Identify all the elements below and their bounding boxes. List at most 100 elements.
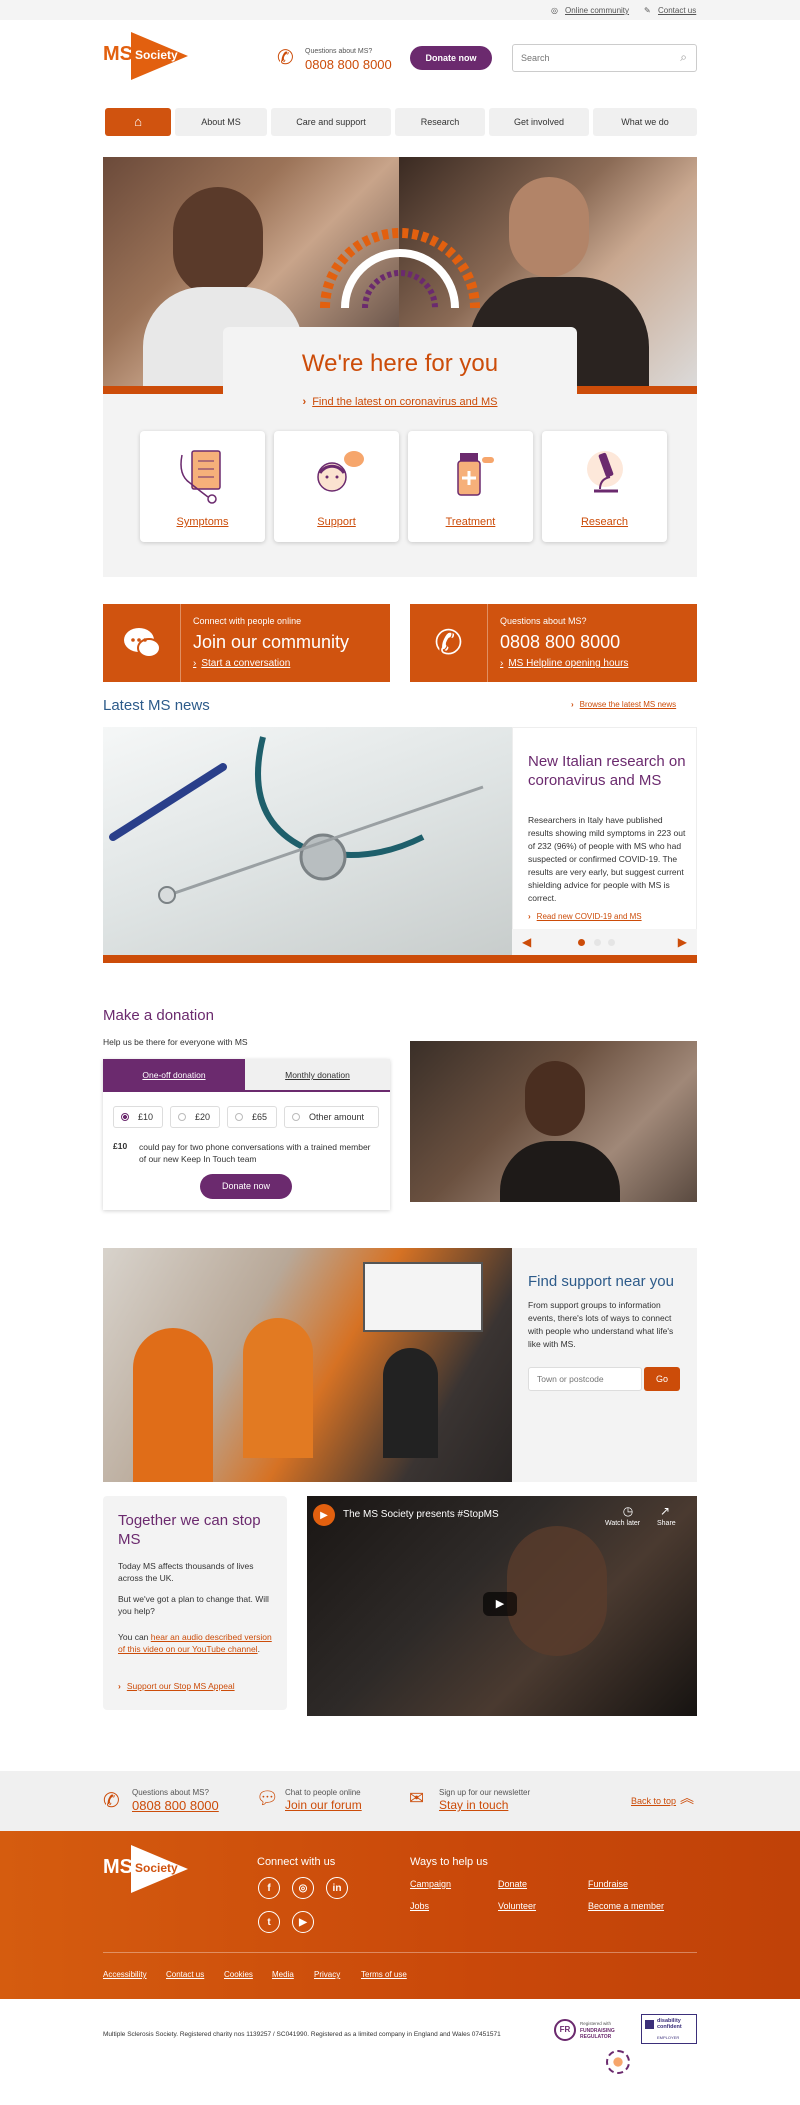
postcode-go-button[interactable]: Go xyxy=(644,1367,680,1391)
projector-screen xyxy=(363,1262,483,1332)
join-forum-link[interactable]: Join our forum xyxy=(285,1798,362,1812)
stopms-text-1: Today MS affects thousands of lives acro… xyxy=(118,1561,254,1583)
news-carousel-controls: ◀ ▶ xyxy=(512,929,697,955)
instagram-icon[interactable]: ◎ xyxy=(292,1877,314,1899)
person-orange-1 xyxy=(133,1328,213,1482)
amount-option-20[interactable]: £20 xyxy=(170,1106,220,1128)
carousel-dot[interactable] xyxy=(594,939,601,946)
search-box[interactable]: ⌕ xyxy=(512,44,697,72)
nav-get-involved[interactable]: Get involved xyxy=(489,108,589,136)
news-read-link[interactable]: Read new COVID-19 and MS xyxy=(528,912,642,921)
video-title[interactable]: The MS Society presents #StopMS xyxy=(343,1509,499,1520)
privacy-link[interactable]: Privacy xyxy=(314,1970,340,1979)
browse-news-link[interactable]: Browse the latest MS news xyxy=(571,700,676,709)
accessibility-link[interactable]: Accessibility xyxy=(103,1970,147,1979)
footer-logo[interactable]: MS Society xyxy=(103,1845,188,1893)
news-title[interactable]: New Italian research on coronavirus and … xyxy=(528,752,688,790)
carousel-dot[interactable] xyxy=(608,939,615,946)
fr-small-text: Registered with xyxy=(580,2021,612,2026)
support-card[interactable]: Support xyxy=(274,431,399,542)
accreditation-badge-icon xyxy=(606,2050,630,2074)
footer-donate-link[interactable]: Donate xyxy=(498,1879,527,1889)
footer-fundraise-link[interactable]: Fundraise xyxy=(588,1879,628,1889)
back-to-top-link[interactable]: Back to top xyxy=(631,1796,676,1806)
amount-option-10[interactable]: £10 xyxy=(113,1106,163,1128)
disability-confident-badge[interactable]: disability confident EMPLOYER xyxy=(641,2014,697,2044)
helpline-cta-small: Questions about MS? xyxy=(500,616,587,626)
media-link[interactable]: Media xyxy=(272,1970,294,1979)
carousel-dot-active[interactable] xyxy=(578,939,585,946)
footer-contact-link[interactable]: Contact us xyxy=(166,1970,204,1979)
share-label[interactable]: Share xyxy=(657,1520,676,1527)
helpline-hours-link[interactable]: › MS Helpline opening hours xyxy=(500,658,628,669)
support-label[interactable]: Support xyxy=(274,516,399,528)
search-input[interactable] xyxy=(521,51,661,65)
logo-ms-text: MS xyxy=(103,43,133,65)
stopms-video[interactable]: ▶ The MS Society presents #StopMS ◷ Watc… xyxy=(307,1496,697,1716)
online-community-link[interactable]: Online community xyxy=(565,6,629,15)
video-play-button[interactable]: ▶ xyxy=(483,1592,517,1616)
research-card[interactable]: Research xyxy=(542,431,667,542)
symptoms-label[interactable]: Symptoms xyxy=(140,516,265,528)
footer-connect-heading: Connect with us xyxy=(257,1856,336,1868)
treatment-label[interactable]: Treatment xyxy=(408,516,533,528)
carousel-next-icon[interactable]: ▶ xyxy=(678,935,687,949)
cookies-link[interactable]: Cookies xyxy=(224,1970,253,1979)
fundraising-regulator-badge[interactable]: FR Registered with FUNDRAISING REGULATOR xyxy=(554,2016,624,2044)
footer-jobs-link[interactable]: Jobs xyxy=(410,1901,429,1911)
symptoms-card[interactable]: Symptoms xyxy=(140,431,265,542)
video-person xyxy=(507,1526,607,1656)
watch-later-icon[interactable]: ◷ xyxy=(613,1504,643,1518)
phone-icon: ✆ xyxy=(277,47,294,69)
header-phone-question: Questions about MS? xyxy=(305,48,373,55)
nav-about-ms[interactable]: About MS xyxy=(175,108,267,136)
facebook-icon[interactable]: f xyxy=(258,1877,280,1899)
news-image xyxy=(103,727,512,955)
footer-member-link[interactable]: Become a member xyxy=(588,1901,664,1911)
footer-volunteer-link[interactable]: Volunteer xyxy=(498,1901,536,1911)
envelope-icon: ✉ xyxy=(409,1788,425,1808)
fr-circle-icon: FR xyxy=(554,2019,576,2041)
contact-phone-link[interactable]: 0808 800 8000 xyxy=(132,1798,219,1813)
carousel-prev-icon[interactable]: ◀ xyxy=(522,935,531,949)
nav-research[interactable]: Research xyxy=(395,108,485,136)
coronavirus-link[interactable]: Find the latest on coronavirus and MS xyxy=(223,396,577,408)
chevron-up-icon[interactable]: ︽ xyxy=(680,1788,694,1808)
hero-title: We're here for you xyxy=(301,350,499,377)
contact-us-link[interactable]: Contact us xyxy=(658,6,696,15)
support-appeal-link[interactable]: Support our Stop MS Appeal xyxy=(118,1681,235,1691)
helpline-cta[interactable]: ✆ Questions about MS? 0808 800 8000 › MS … xyxy=(410,604,697,682)
terms-link[interactable]: Terms of use xyxy=(361,1970,407,1979)
postcode-input[interactable] xyxy=(528,1367,642,1391)
monthly-donation-tab[interactable]: Monthly donation xyxy=(245,1059,390,1092)
watch-later-label[interactable]: Watch later xyxy=(605,1520,640,1527)
amount-option-other[interactable]: Other amount xyxy=(284,1106,379,1128)
header-phone-number[interactable]: 0808 800 8000 xyxy=(305,57,392,72)
nav-home[interactable]: ⌂ xyxy=(105,108,171,136)
youtube-icon[interactable]: ▶ xyxy=(292,1911,314,1933)
donation-person-face xyxy=(525,1061,585,1136)
start-conversation-link[interactable]: › Start a conversation xyxy=(193,658,290,669)
donation-person-body xyxy=(500,1141,620,1202)
search-icon[interactable]: ⌕ xyxy=(680,50,687,65)
research-label[interactable]: Research xyxy=(542,516,667,528)
footer-campaign-link[interactable]: Campaign xyxy=(410,1879,451,1889)
header-donate-button[interactable]: Donate now xyxy=(410,46,492,70)
channel-logo-icon[interactable]: ▶ xyxy=(313,1504,335,1526)
linkedin-icon[interactable]: in xyxy=(326,1877,348,1899)
twitter-icon[interactable]: t xyxy=(258,1911,280,1933)
treatment-card[interactable]: Treatment xyxy=(408,431,533,542)
footer-divider xyxy=(103,1952,697,1953)
amount-option-65[interactable]: £65 xyxy=(227,1106,277,1128)
nav-what-we-do[interactable]: What we do xyxy=(593,108,697,136)
stay-in-touch-link[interactable]: Stay in touch xyxy=(439,1798,508,1812)
one-off-donation-tab[interactable]: One-off donation xyxy=(103,1059,245,1092)
nav-care-support[interactable]: Care and support xyxy=(271,108,391,136)
donation-impact-amount: £10 xyxy=(113,1141,128,1151)
ms-society-logo[interactable]: MS Society xyxy=(103,32,188,80)
microscope-icon xyxy=(586,451,623,493)
donate-now-button[interactable]: Donate now xyxy=(200,1174,292,1199)
find-support-text: From support groups to information event… xyxy=(528,1300,674,1349)
share-icon[interactable]: ↗ xyxy=(660,1504,670,1518)
community-cta[interactable]: Connect with people online Join our comm… xyxy=(103,604,390,682)
